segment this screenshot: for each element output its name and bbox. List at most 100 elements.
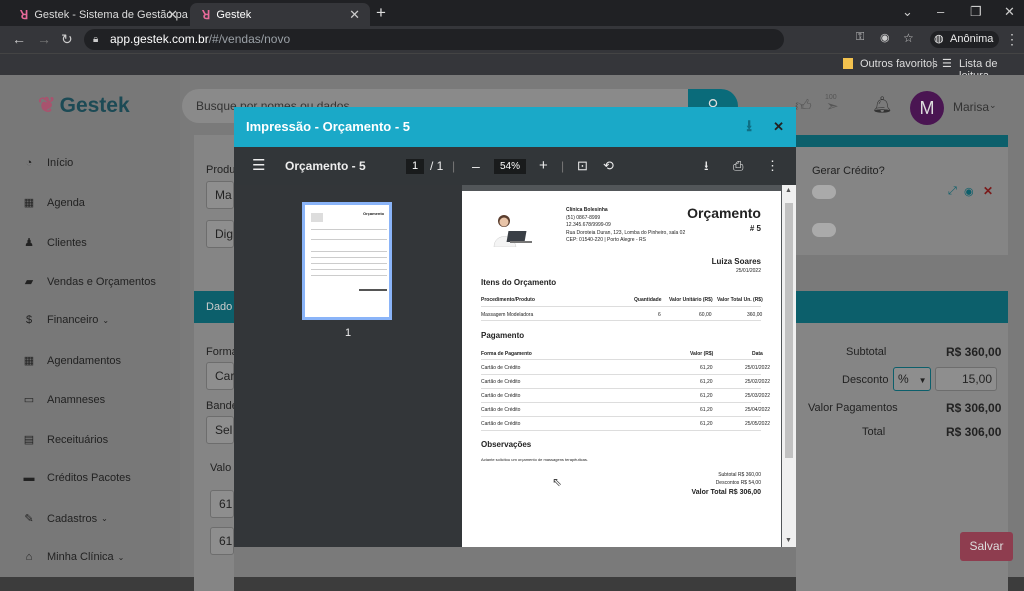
fit-page-icon[interactable]: ⊡ bbox=[577, 147, 588, 185]
more-options-icon[interactable]: ⋮ bbox=[766, 147, 779, 185]
browser-tab-inactive[interactable]: ꓤ Gestek - Sistema de Gestão para ✕ bbox=[8, 3, 188, 26]
incognito-profile-button[interactable]: ◍ Anônima bbox=[930, 31, 1000, 48]
reading-list-icon: ☰ bbox=[942, 58, 952, 70]
sidebar-item[interactable]: ▬ Créditos Pacotes bbox=[22, 472, 131, 484]
bandeira-select[interactable]: Sel bbox=[206, 416, 234, 444]
user-name[interactable]: Marisa bbox=[953, 100, 989, 114]
save-button[interactable]: Salvar bbox=[960, 532, 1013, 561]
item-name: Massagem Modeladora bbox=[481, 312, 534, 318]
scroll-up-icon[interactable]: ▲ bbox=[785, 187, 792, 194]
discount-type-select[interactable]: % ▼ bbox=[893, 367, 931, 391]
sidebar-item-label: Vendas e Orçamentos bbox=[47, 275, 156, 288]
thumb-line bbox=[311, 257, 387, 258]
thumb-line bbox=[311, 275, 387, 276]
sidebar-item[interactable]: ▦ Agenda bbox=[22, 196, 85, 210]
menu-dots-icon[interactable]: ⋮ bbox=[1005, 31, 1019, 48]
avatar[interactable]: M bbox=[910, 91, 944, 125]
thumbnail-panel: Orçamento 1 bbox=[234, 185, 462, 547]
reload-icon[interactable]: ↻ bbox=[61, 31, 73, 48]
sidebar-item-label: Anamneses bbox=[47, 393, 106, 406]
delete-icon[interactable]: ✕ bbox=[983, 184, 993, 198]
installment-row[interactable]: 61 bbox=[210, 490, 234, 518]
page-number-input[interactable]: 1 bbox=[406, 159, 424, 174]
menu-icon[interactable]: ☰ bbox=[252, 147, 265, 185]
close-tab-icon[interactable]: ✕ bbox=[349, 7, 360, 23]
restore-icon[interactable]: ❐ bbox=[970, 4, 982, 20]
new-tab-icon[interactable]: + bbox=[376, 3, 386, 23]
forma-select[interactable]: Car bbox=[206, 362, 234, 390]
browser-tab-active[interactable]: ꓤ Gestek ✕ bbox=[190, 3, 370, 26]
sidebar-item[interactable]: ▤ Receituários bbox=[22, 433, 108, 447]
thumb-up-icon[interactable]: 👍︎ bbox=[795, 97, 812, 116]
payment-method: Cartão de Crédito bbox=[481, 407, 521, 413]
close-tab-icon[interactable]: ✕ bbox=[167, 7, 178, 23]
zoom-in-icon[interactable]: + bbox=[539, 147, 548, 185]
bell-icon[interactable]: 🔔︎ bbox=[872, 95, 892, 115]
back-icon[interactable]: ← bbox=[12, 31, 26, 47]
gerar-credito-toggle[interactable] bbox=[812, 185, 836, 199]
gerar-credito-toggle-2[interactable] bbox=[812, 223, 836, 237]
eye-icon[interactable]: ◉ bbox=[964, 185, 974, 198]
incognito-icon: ◍ bbox=[934, 33, 944, 45]
table-divider bbox=[481, 430, 761, 431]
sidebar-item[interactable]: ▦ Agendamentos bbox=[22, 354, 121, 368]
payment-header: Data bbox=[752, 351, 763, 357]
folder-icon bbox=[843, 58, 853, 69]
item-total: 360,00 bbox=[747, 312, 763, 318]
star-icon[interactable]: ☆ bbox=[903, 31, 914, 45]
ticket-icon: ▬ bbox=[23, 472, 35, 484]
professional-photo-image bbox=[488, 211, 536, 247]
download-icon[interactable]: ⭳ bbox=[746, 107, 752, 147]
items-title: Itens do Orçamento bbox=[481, 278, 557, 287]
payment-header: Valor (R$) bbox=[690, 351, 714, 357]
forward-icon[interactable]: → bbox=[37, 31, 51, 47]
sidebar-item[interactable]: ✎ Cadastros ⌄ bbox=[22, 512, 107, 526]
description-field[interactable]: Dig bbox=[206, 220, 234, 248]
minimize-icon[interactable]: – bbox=[937, 4, 944, 19]
tab-title: Gestek bbox=[216, 8, 252, 21]
gerar-credito-label: Gerar Crédito? bbox=[812, 165, 885, 177]
zoom-out-icon[interactable]: – bbox=[472, 147, 480, 185]
url-input[interactable]: 🔒︎ app.gestek.com.br/#/vendas/novo bbox=[84, 29, 784, 50]
gestek-logo[interactable]: ❦ Gestek bbox=[38, 93, 130, 118]
pdf-viewer[interactable]: Clínica Bolesinha (51) 0867-8999 12.345.… bbox=[462, 185, 796, 547]
download-icon[interactable]: ⭳ bbox=[704, 147, 709, 185]
eye-off-icon[interactable]: ◉ bbox=[880, 31, 890, 44]
summary-subtotal: Subtotal R$ 360,00 bbox=[718, 472, 761, 478]
payment-value: 61,20 bbox=[700, 365, 713, 371]
expand-icon[interactable]: ⤢ bbox=[948, 185, 957, 198]
produto-field[interactable]: Ma bbox=[206, 181, 234, 209]
client-name: Luiza Soares bbox=[711, 257, 761, 266]
sidebar-item[interactable]: $ Financeiro ⌄ bbox=[22, 314, 109, 326]
rotate-icon[interactable]: ⟲ bbox=[603, 147, 614, 185]
page-thumbnail[interactable]: Orçamento bbox=[302, 202, 392, 320]
sidebar-item[interactable]: ▭ Anamneses bbox=[22, 393, 106, 407]
bookmark-other[interactable]: Outros favoritos bbox=[860, 58, 938, 70]
tab-search-icon[interactable]: ⌄ bbox=[902, 4, 913, 20]
sidebar-item[interactable]: ◔ Início bbox=[22, 157, 74, 169]
payment-value: 61,20 bbox=[700, 379, 713, 385]
zoom-input[interactable]: 54% bbox=[494, 159, 526, 174]
valor-label: Valo bbox=[210, 462, 232, 474]
scroll-down-icon[interactable]: ▼ bbox=[785, 537, 792, 544]
thumb-line bbox=[311, 269, 387, 270]
sidebar-item[interactable]: ⌂ Minha Clínica ⌄ bbox=[22, 551, 125, 563]
installment-row[interactable]: 61 bbox=[210, 527, 234, 555]
product-card-edge bbox=[194, 135, 234, 295]
scrollbar-thumb[interactable] bbox=[785, 203, 793, 458]
key-icon[interactable]: ⚿ bbox=[856, 31, 864, 44]
close-icon[interactable]: ✕ bbox=[773, 107, 784, 147]
sidebar-item[interactable]: ▰ Vendas e Orçamentos bbox=[22, 275, 156, 289]
discount-input[interactable]: 15,00 bbox=[935, 367, 997, 391]
sidebar-item[interactable]: ♟ Clientes bbox=[22, 236, 87, 250]
calendar-icon: ▦ bbox=[23, 355, 35, 367]
tab-title: Gestek - Sistema de Gestão para bbox=[34, 8, 188, 21]
chevron-down-icon: ⌄ bbox=[102, 315, 110, 325]
print-icon[interactable]: ⎙ bbox=[733, 147, 743, 185]
description-value: Dig bbox=[215, 227, 234, 241]
total-value: R$ 306,00 bbox=[946, 425, 1002, 439]
browser-tab-bar: ꓤ Gestek - Sistema de Gestão para ✕ ꓤ Ge… bbox=[0, 0, 1024, 26]
window-close-icon[interactable]: ✕ bbox=[1004, 4, 1015, 20]
vertical-scrollbar[interactable]: ▲ ▼ bbox=[782, 185, 796, 547]
discount-value: 15,00 bbox=[961, 372, 992, 386]
